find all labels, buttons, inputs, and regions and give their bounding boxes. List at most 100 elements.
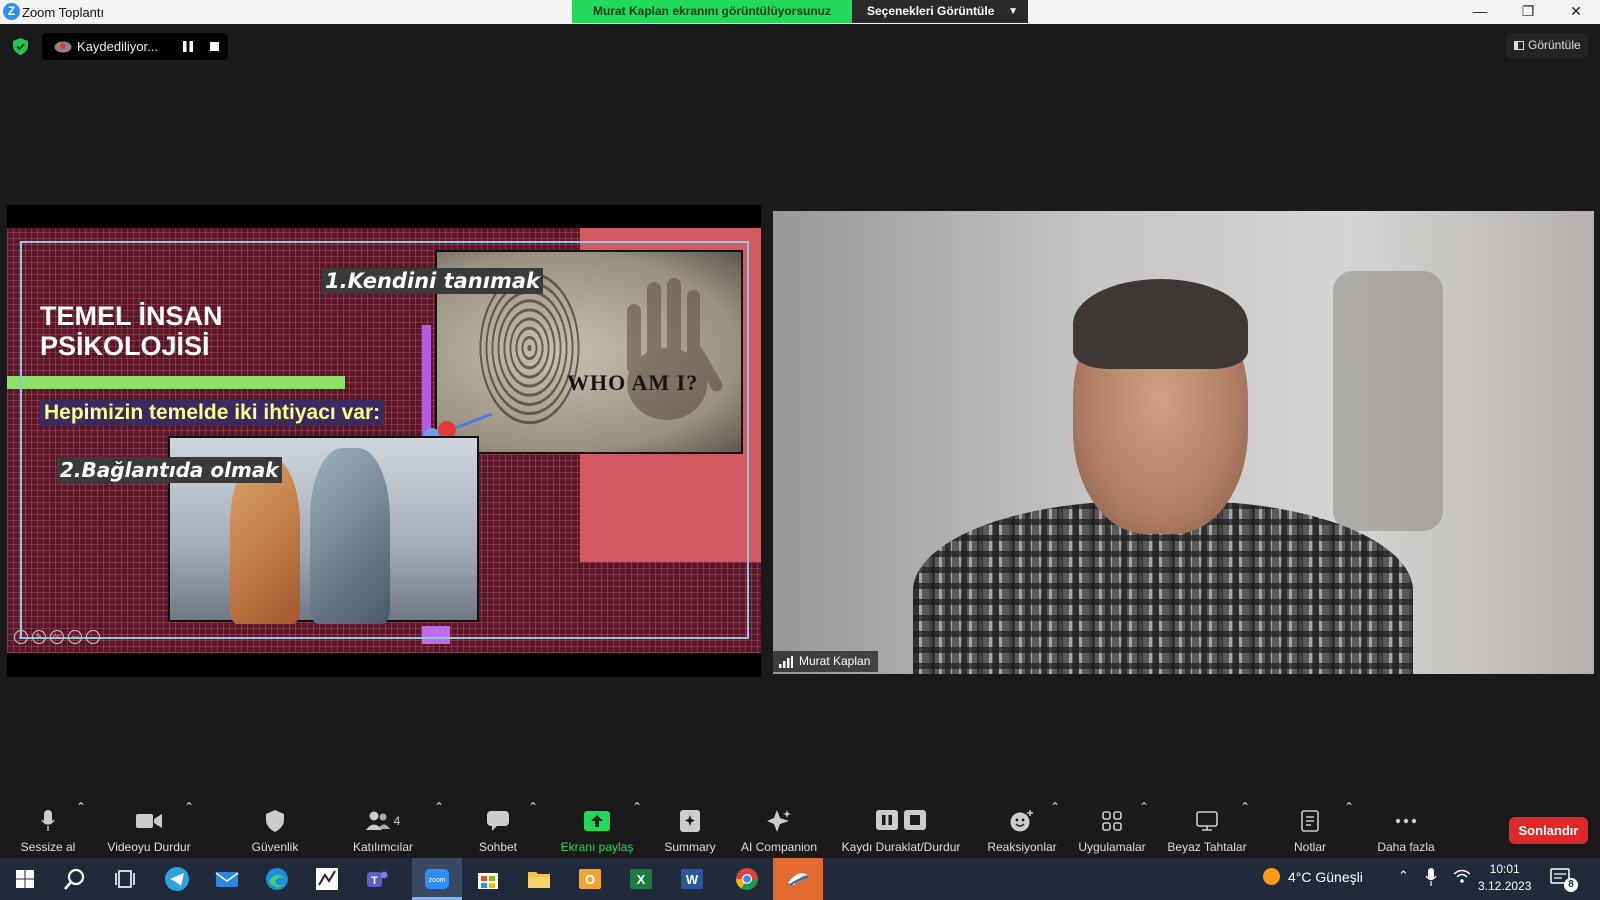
windows-start-button[interactable]	[0, 858, 50, 900]
notes-options-caret-icon[interactable]: ⌃	[1344, 800, 1354, 814]
share-options-caret-icon[interactable]: ⌃	[632, 800, 642, 814]
apps-icon	[1102, 811, 1122, 831]
taskbar-word[interactable]: W	[667, 858, 717, 900]
next-slide-icon[interactable]: →	[86, 630, 100, 644]
ai-companion-button[interactable]: AI Companion	[736, 800, 822, 854]
security-button[interactable]: Güvenlik	[242, 800, 308, 854]
whiteboards-options-caret-icon[interactable]: ⌃	[1240, 800, 1250, 814]
participants-options-caret-icon[interactable]: ⌃	[434, 800, 444, 814]
cloud-record-icon	[54, 41, 72, 53]
handprint-icon	[627, 278, 723, 420]
summary-label: Summary	[664, 840, 716, 854]
encryption-shield-icon[interactable]	[13, 38, 28, 55]
participants-button[interactable]: 4 Katılımcılar	[343, 800, 423, 854]
close-icon[interactable]: ✕	[1552, 0, 1600, 24]
paint-icon	[316, 868, 338, 890]
taskbar-teams[interactable]: T	[352, 858, 402, 900]
participants-icon	[365, 811, 390, 830]
more-button[interactable]: Daha fazla	[1370, 800, 1442, 854]
sun-icon	[1263, 868, 1280, 885]
share-banner: Murat Kaplan ekranını görüntülüyorsunuz	[572, 0, 852, 23]
share-screen-button[interactable]: Ekranı paylaş	[555, 800, 639, 854]
prev-slide-icon[interactable]: ←	[14, 630, 28, 644]
taskbar-telegram[interactable]	[152, 858, 202, 900]
taskbar-file-explorer[interactable]	[514, 858, 564, 900]
taskbar-excel[interactable]: X	[616, 858, 666, 900]
taskbar-other-app[interactable]	[773, 858, 823, 900]
mute-options-caret-icon[interactable]: ⌃	[76, 800, 86, 814]
participant-video[interactable]	[773, 211, 1594, 674]
presentation-slide: WHO AM I? TEMEL İNSAN PSİKOLOJİSİ 1.Kend…	[7, 228, 761, 653]
reaction-smiley-icon	[1010, 810, 1033, 832]
video-options-caret-icon[interactable]: ⌃	[184, 800, 194, 814]
reactions-button[interactable]: Reaksiyonlar	[984, 800, 1060, 854]
wifi-icon[interactable]	[1453, 868, 1471, 884]
tray-microphone-icon[interactable]	[1425, 868, 1437, 886]
reactions-options-caret-icon[interactable]: ⌃	[1050, 800, 1060, 814]
notes-button[interactable]: Notlar	[1280, 800, 1340, 854]
security-shield-icon	[266, 810, 284, 832]
apps-options-caret-icon[interactable]: ⌃	[1139, 800, 1149, 814]
who-am-i-text: WHO AM I?	[567, 370, 699, 395]
microphone-icon	[41, 810, 55, 831]
window-titlebar: Z Zoom Toplantı Murat Kaplan ekranını gö…	[0, 0, 1600, 24]
notes-icon	[1301, 810, 1319, 832]
subtitles-icon[interactable]: cc	[50, 630, 64, 644]
taskbar-chrome[interactable]	[722, 858, 772, 900]
taskbar-paint[interactable]	[302, 858, 352, 900]
slide-subtitle: Hepimizin temelde iki ihtiyacı var:	[40, 400, 385, 426]
more-options-icon[interactable]: ⋯	[68, 630, 82, 644]
windows-taskbar: T zoom O X W 4°C Güneşli ⌃ 10:01 3.12.20…	[0, 858, 1600, 900]
ai-companion-label: AI Companion	[740, 840, 818, 854]
whiteboards-label: Beyaz Tahtalar	[1167, 840, 1247, 854]
chat-options-caret-icon[interactable]: ⌃	[528, 800, 538, 814]
zoom-logo-icon: Z	[3, 3, 20, 20]
slide-title: TEMEL İNSAN PSİKOLOJİSİ	[40, 301, 223, 361]
taskbar-zoom[interactable]: zoom	[412, 858, 462, 900]
whiteboard-icon	[1196, 811, 1218, 831]
view-button[interactable]: Görüntüle	[1506, 33, 1588, 58]
pause-recording-icon	[876, 810, 898, 830]
restore-icon[interactable]: ❐	[1504, 0, 1552, 24]
telegram-icon	[165, 867, 189, 891]
ai-sparkle-icon	[767, 810, 791, 832]
svg-text:X: X	[637, 872, 646, 887]
slide-item-1: 1.Kendini tanımak	[322, 268, 543, 294]
summary-button[interactable]: Summary	[658, 800, 722, 854]
pause-stop-recording-button[interactable]: Kaydı Duraklat/Durdur	[836, 800, 966, 854]
security-label: Güvenlik	[251, 840, 299, 854]
clock-time: 10:01	[1489, 862, 1520, 876]
chevron-up-icon[interactable]: ⌃	[1398, 868, 1409, 886]
view-options-button[interactable]: Seçenekleri Görüntüle ▼	[852, 0, 1028, 23]
taskbar-outlook[interactable]: O	[565, 858, 615, 900]
clock-date: 3.12.2023	[1478, 879, 1532, 893]
participant-name: Murat Kaplan	[799, 654, 871, 668]
taskbar-store[interactable]	[463, 858, 513, 900]
participants-count: 4	[393, 814, 401, 828]
excel-icon: X	[630, 869, 652, 889]
stop-icon[interactable]	[210, 42, 219, 51]
summary-icon	[680, 810, 700, 832]
minimize-icon[interactable]: —	[1456, 0, 1504, 24]
view-layout-icon	[1514, 41, 1524, 50]
pen-icon[interactable]: ✎	[32, 630, 46, 644]
recording-indicator: Kaydediliyor...	[42, 33, 228, 60]
svg-text:O: O	[585, 872, 595, 887]
zoom-icon: zoom	[425, 869, 449, 889]
task-view-button[interactable]	[100, 858, 150, 900]
chat-button[interactable]: Sohbet	[468, 800, 528, 854]
system-clock[interactable]: 10:01 3.12.2023	[1478, 861, 1531, 895]
share-screen-icon	[584, 811, 610, 831]
taskbar-search-button[interactable]	[50, 858, 100, 900]
notification-center-button[interactable]: 8	[1550, 868, 1580, 892]
weather-text: 4°C Güneşli	[1288, 869, 1363, 885]
chat-bubble-icon	[487, 811, 509, 831]
pause-icon[interactable]	[182, 41, 194, 52]
weather-widget[interactable]: 4°C Güneşli	[1263, 868, 1363, 885]
taskbar-mail[interactable]	[202, 858, 252, 900]
mute-button[interactable]: Sessize al	[18, 800, 78, 854]
mail-icon	[215, 872, 239, 887]
end-meeting-button[interactable]: Sonlandır	[1509, 817, 1588, 844]
taskbar-edge[interactable]	[252, 858, 302, 900]
background-blur	[1333, 271, 1443, 531]
